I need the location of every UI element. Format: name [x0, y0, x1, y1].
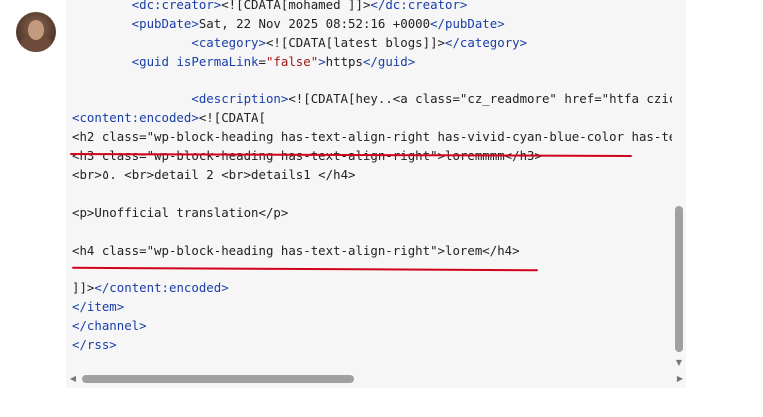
code-token: <![CDATA[latest blogs]]>	[265, 34, 446, 50]
code-token: <h2 class="wp-block-heading has-text-ali…	[72, 129, 677, 145]
code-token: </dc:creator>	[370, 0, 468, 12]
code-token: <p>Unofficial translation</p>	[72, 204, 289, 220]
code-token: <pubDate>	[72, 15, 199, 31]
code-token: </guid>	[362, 53, 416, 69]
code-line: </channel>	[72, 317, 676, 336]
user-avatar[interactable]	[16, 12, 56, 52]
horizontal-scrollbar-thumb[interactable]	[82, 375, 354, 383]
code-token: "false"	[265, 53, 319, 69]
code-token: </rss>	[72, 337, 117, 353]
code-line: <p>Unofficial translation</p>	[72, 204, 676, 223]
code-content: <dc:creator><![CDATA[mohamed ]]></dc:cre…	[72, 0, 676, 355]
vertical-scrollbar-thumb[interactable]	[675, 206, 683, 352]
code-token: <h4 class="wp-block-heading has-text-ali…	[72, 242, 520, 258]
code-line: <h4 class="wp-block-heading has-text-ali…	[72, 242, 676, 261]
code-token: </pubDate>	[430, 15, 505, 31]
code-line: </item>	[72, 298, 676, 317]
code-token: Sat, 22 Nov 2025 08:52:16 +0000	[198, 15, 431, 31]
code-token: >	[318, 53, 326, 69]
code-line: </rss>	[72, 336, 676, 355]
code-token: <br>٥. <br>detail 2 <br>details1 </h4>	[72, 167, 356, 183]
code-line: <guid isPermaLink="false">https</guid>	[72, 53, 676, 72]
code-line: <pubDate>Sat, 22 Nov 2025 08:52:16 +0000…	[72, 15, 676, 34]
scroll-down-icon[interactable]: ▼	[674, 358, 684, 368]
code-token: isPermaLink	[176, 53, 259, 69]
code-token: <![CDATA[	[198, 110, 266, 126]
code-token: <category>	[72, 34, 266, 50]
code-line: <category><![CDATA[latest blogs]]></cate…	[72, 34, 676, 53]
code-line: <dc:creator><![CDATA[mohamed ]]></dc:cre…	[72, 0, 676, 15]
code-token: <![CDATA[hey..<a class="cz_readmore" hre…	[288, 91, 677, 107]
code-token: </item>	[72, 299, 125, 315]
code-line: <content:encoded><![CDATA[	[72, 109, 676, 128]
code-block[interactable]: <dc:creator><![CDATA[mohamed ]]></dc:cre…	[66, 0, 686, 388]
code-token: <description>	[72, 91, 289, 107]
code-token: </channel>	[72, 318, 147, 334]
code-token: <![CDATA[mohamed ]]>	[221, 0, 371, 12]
scroll-left-icon[interactable]: ◀	[68, 374, 78, 384]
code-token: </content:encoded>	[94, 280, 229, 296]
code-token: <guid	[72, 53, 177, 69]
scroll-right-icon[interactable]: ▶	[675, 374, 685, 384]
code-line: <description><![CDATA[hey..<a class="cz_…	[72, 90, 676, 109]
code-token: <content:encoded>	[72, 110, 199, 126]
code-token: <dc:creator>	[72, 0, 222, 12]
code-line: <br>٥. <br>detail 2 <br>details1 </h4>	[72, 166, 676, 185]
code-line: ]]></content:encoded>	[72, 279, 676, 298]
code-token: </category>	[445, 34, 528, 50]
avatar-face	[28, 20, 44, 40]
code-token: https	[325, 53, 363, 69]
code-line: <h2 class="wp-block-heading has-text-ali…	[72, 128, 676, 147]
code-token: ]]>	[72, 280, 95, 296]
code-token: =	[258, 53, 266, 69]
